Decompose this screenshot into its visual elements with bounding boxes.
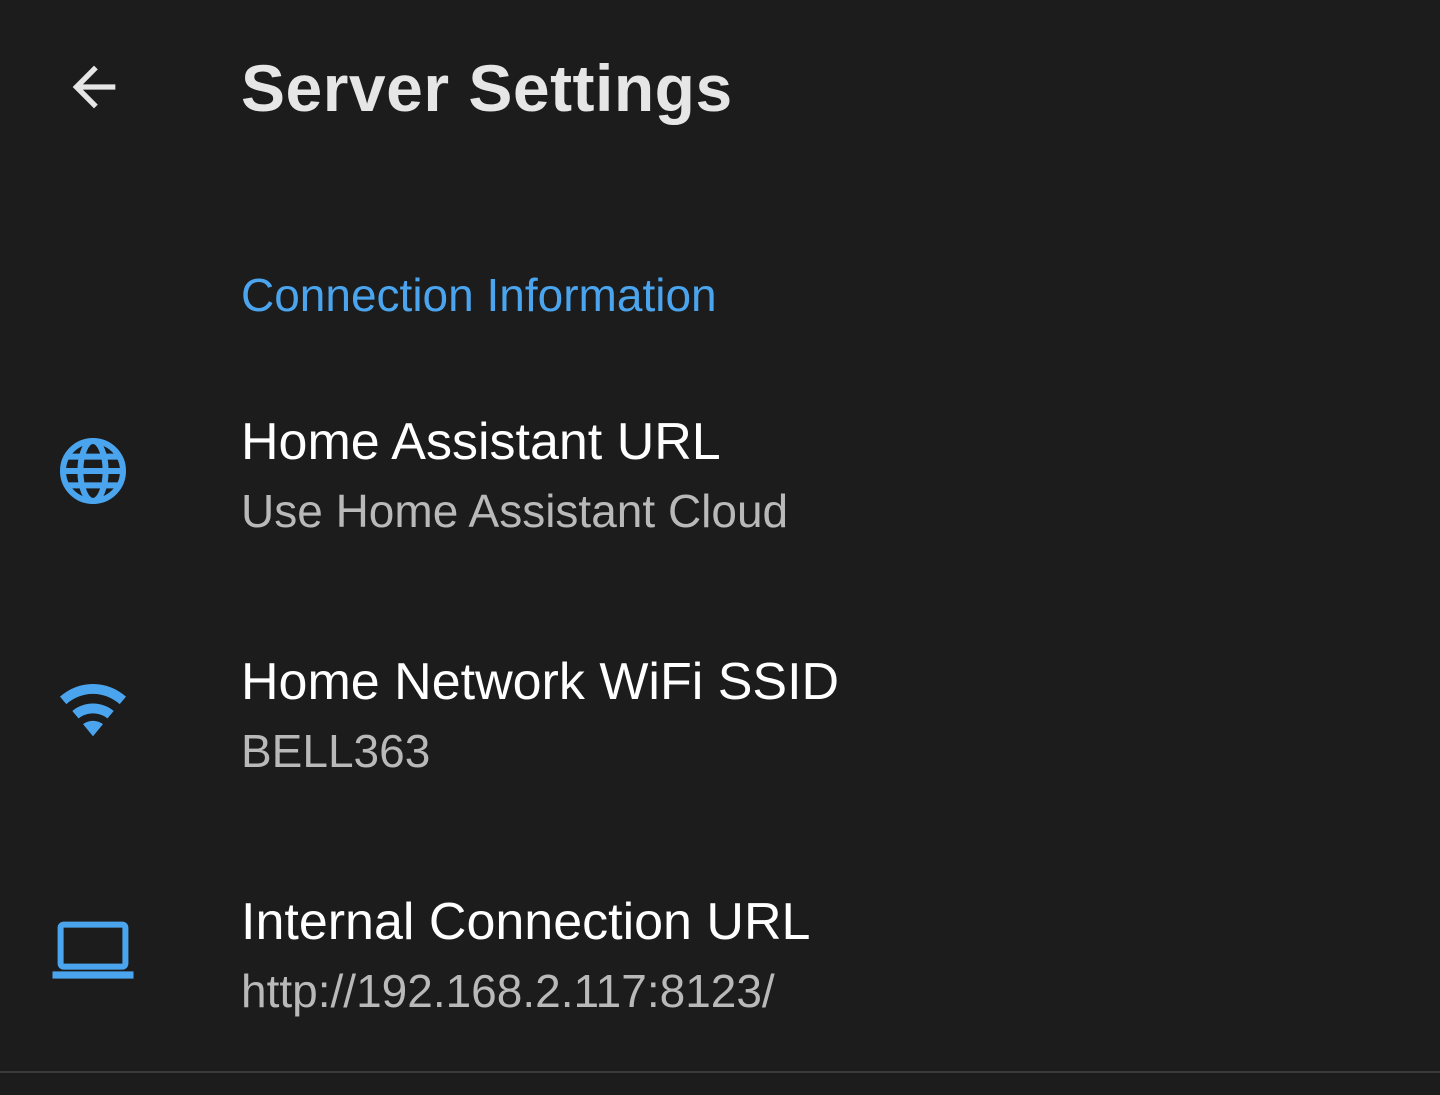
pref-title: Home Assistant URL bbox=[241, 413, 721, 471]
section-header-connection-information: Connection Information bbox=[241, 269, 717, 321]
pref-home-assistant-url[interactable]: Home Assistant URL Use Home Assistant Cl… bbox=[0, 392, 1440, 592]
back-button[interactable] bbox=[44, 39, 144, 139]
pref-internal-connection-url[interactable]: Internal Connection URL http://192.168.2… bbox=[0, 872, 1440, 1072]
wifi-icon bbox=[48, 666, 138, 756]
pref-summary: Use Home Assistant Cloud bbox=[241, 485, 789, 537]
server-settings-screen: Server Settings Connection Information H… bbox=[0, 0, 1440, 1095]
divider bbox=[0, 1071, 1440, 1073]
pref-title: Home Network WiFi SSID bbox=[241, 653, 840, 711]
pref-summary: BELL363 bbox=[241, 725, 431, 777]
page-title: Server Settings bbox=[241, 51, 733, 125]
pref-summary: http://192.168.2.117:8123/ bbox=[241, 965, 775, 1017]
globe-icon bbox=[48, 426, 138, 516]
laptop-icon bbox=[48, 906, 138, 996]
pref-home-network-wifi-ssid[interactable]: Home Network WiFi SSID BELL363 bbox=[0, 632, 1440, 832]
arrow-left-icon bbox=[62, 55, 126, 124]
app-toolbar: Server Settings bbox=[0, 0, 1440, 180]
pref-title: Internal Connection URL bbox=[241, 893, 811, 951]
